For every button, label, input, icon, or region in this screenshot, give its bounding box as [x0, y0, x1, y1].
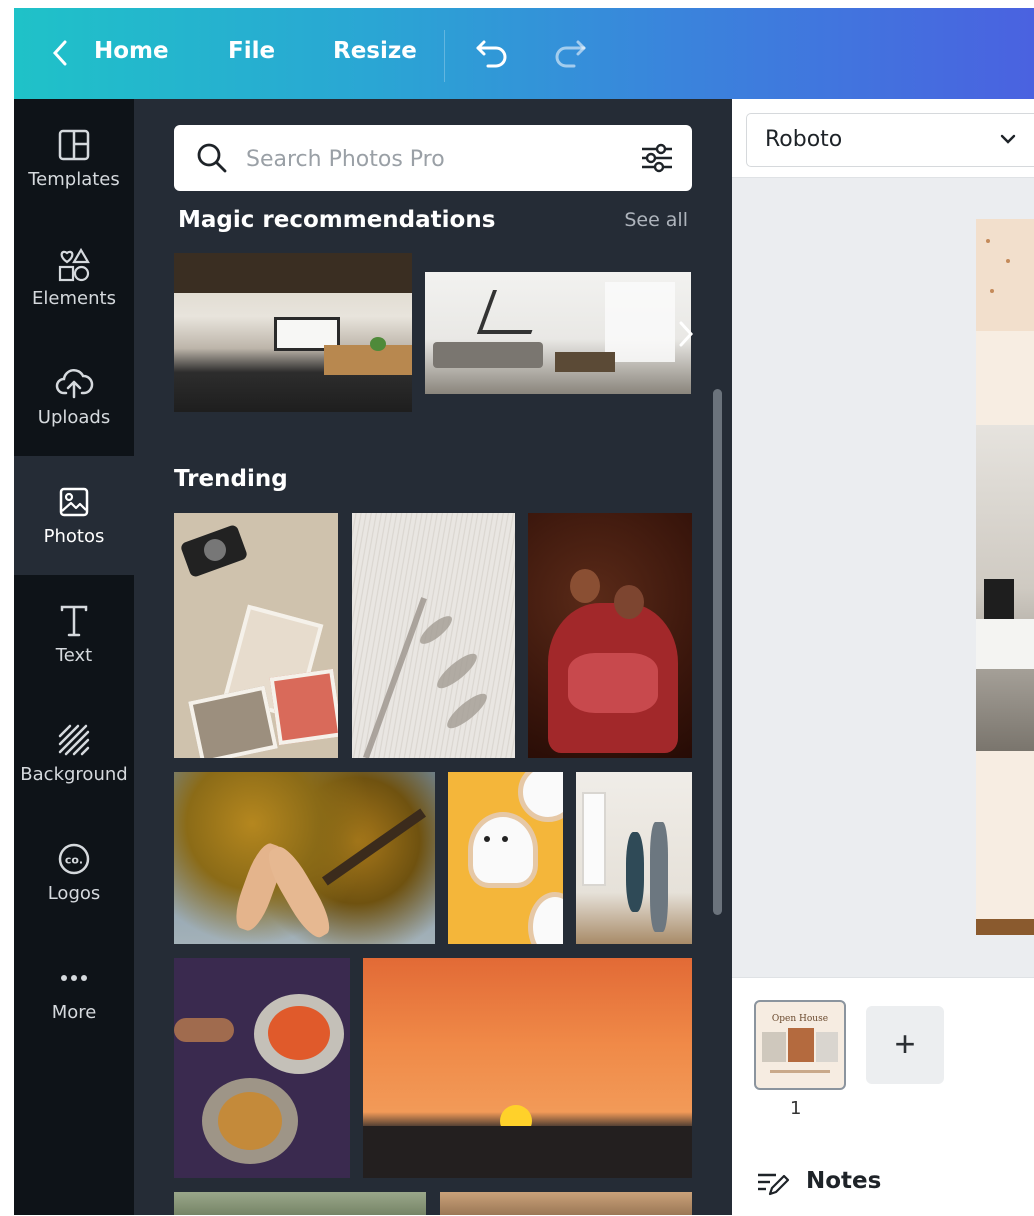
notes-button[interactable]: Notes: [806, 1168, 881, 1194]
chevron-down-icon: [1000, 134, 1016, 144]
background-icon: [58, 724, 90, 756]
photo-map-camera[interactable]: [174, 513, 338, 758]
search-icon: [197, 143, 227, 173]
redo-icon[interactable]: [552, 36, 588, 68]
photo-hands-tree[interactable]: [174, 772, 435, 944]
search-input[interactable]: [244, 138, 628, 180]
page-thumbnail[interactable]: Open House: [754, 1000, 846, 1090]
sidebar-item-logos[interactable]: co. Logos: [14, 813, 134, 932]
sidebar-item-label: Logos: [47, 883, 101, 904]
sidebar-item-more[interactable]: More: [14, 932, 134, 1051]
text-icon: [60, 605, 88, 637]
sidebar-item-label: Text: [55, 645, 93, 666]
photo-kitchen[interactable]: [174, 253, 412, 412]
logo-icon: co.: [58, 843, 90, 875]
font-selector[interactable]: Roboto: [746, 113, 1034, 167]
undo-icon[interactable]: [474, 36, 510, 68]
sidebar-item-text[interactable]: Text: [14, 575, 134, 694]
sidebar-item-templates[interactable]: Templates: [14, 99, 134, 218]
sidebar-rail: Templates Elements Uploads Photos Text B…: [14, 99, 134, 1215]
trending-title: Trending: [174, 466, 288, 492]
design-page-canvas[interactable]: [976, 219, 1034, 935]
pages-panel: Open House 1 + Notes: [732, 977, 1034, 1216]
notes-icon[interactable]: [756, 1170, 790, 1198]
svg-text:co.: co.: [65, 854, 83, 867]
sidebar-item-background[interactable]: Background: [14, 694, 134, 813]
templates-icon: [58, 129, 90, 161]
chevron-right-icon[interactable]: [678, 321, 694, 347]
photo-two-women[interactable]: [528, 513, 692, 758]
editor-area: Roboto Open House 1 + Notes: [732, 99, 1034, 1216]
chevron-left-icon[interactable]: [52, 40, 68, 66]
page-number: 1: [790, 1098, 802, 1119]
sidebar-item-label: Photos: [43, 526, 105, 547]
file-menu-button[interactable]: File: [228, 38, 275, 64]
resize-button[interactable]: Resize: [333, 38, 417, 64]
elements-icon: [58, 247, 90, 282]
top-bar: Home File Resize: [14, 8, 1034, 99]
font-name: Roboto: [765, 127, 843, 152]
home-button[interactable]: Home: [94, 38, 169, 64]
photo-icon: [59, 487, 89, 517]
cloud-upload-icon: [55, 369, 94, 399]
photo-dancing-couple[interactable]: [576, 772, 692, 944]
sidebar-item-label: Uploads: [37, 407, 111, 428]
see-all-link[interactable]: See all: [624, 209, 688, 231]
add-page-button[interactable]: +: [866, 1006, 944, 1084]
photo-ghost-cookies[interactable]: [448, 772, 563, 944]
search-box[interactable]: [174, 125, 692, 191]
photo-leaf-shadow[interactable]: [352, 513, 515, 758]
photo-sunset[interactable]: [363, 958, 692, 1178]
toolbar-divider: [444, 30, 445, 82]
thumbnail-title: Open House: [771, 1014, 829, 1024]
editor-toolbar: Roboto: [732, 99, 1034, 178]
panel-scrollbar[interactable]: [713, 389, 722, 915]
photo-interior[interactable]: [440, 1192, 692, 1215]
sidebar-item-elements[interactable]: Elements: [14, 218, 134, 337]
sidebar-item-label: Elements: [32, 288, 116, 309]
photos-panel: Magic recommendations See all Trending: [134, 99, 732, 1215]
photo-food-diwali[interactable]: [174, 958, 350, 1178]
photo-living-room[interactable]: [425, 272, 691, 394]
sidebar-item-label: Templates: [28, 169, 120, 190]
photo-trees[interactable]: [174, 1192, 426, 1215]
more-icon: [61, 975, 87, 981]
sidebar-item-uploads[interactable]: Uploads: [14, 337, 134, 456]
sidebar-item-label: Background: [20, 764, 128, 785]
sidebar-item-label: More: [51, 1002, 97, 1023]
filter-settings-icon[interactable]: [640, 142, 674, 174]
sidebar-item-photos[interactable]: Photos: [14, 456, 134, 575]
magic-recommendations-title: Magic recommendations: [178, 207, 496, 233]
